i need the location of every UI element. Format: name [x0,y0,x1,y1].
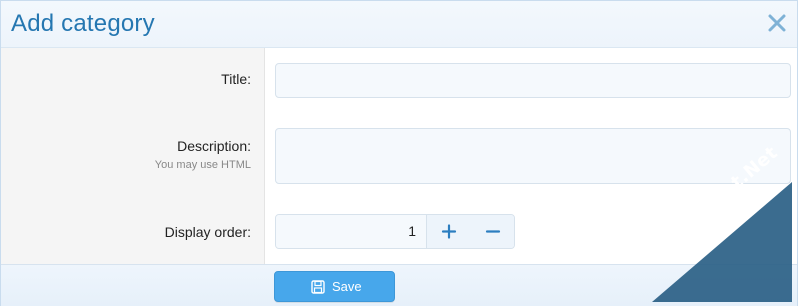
dialog-title: Add category [11,10,155,37]
description-textarea[interactable] [275,128,791,184]
dialog-footer: Save [1,264,797,306]
description-hint: You may use HTML [154,159,251,171]
dialog-header: Add category [1,1,797,48]
description-label: Description: [177,138,251,154]
display-order-stepper: 1 [275,214,515,249]
close-icon[interactable] [765,11,789,35]
plus-icon [441,224,457,239]
increment-button[interactable] [427,215,471,248]
dialog-body: Title: Description: You may use HTML Dis… [1,48,797,264]
floppy-icon [311,280,325,294]
save-button[interactable]: Save [274,271,395,302]
minus-icon [485,230,501,233]
add-category-dialog: Add category Title: Description: You may… [0,0,798,306]
display-order-input[interactable]: 1 [276,215,427,248]
title-input[interactable] [275,63,791,98]
display-order-label: Display order: [164,224,251,240]
decrement-button[interactable] [471,215,514,248]
save-button-label: Save [332,279,362,294]
title-label: Title: [221,71,251,87]
